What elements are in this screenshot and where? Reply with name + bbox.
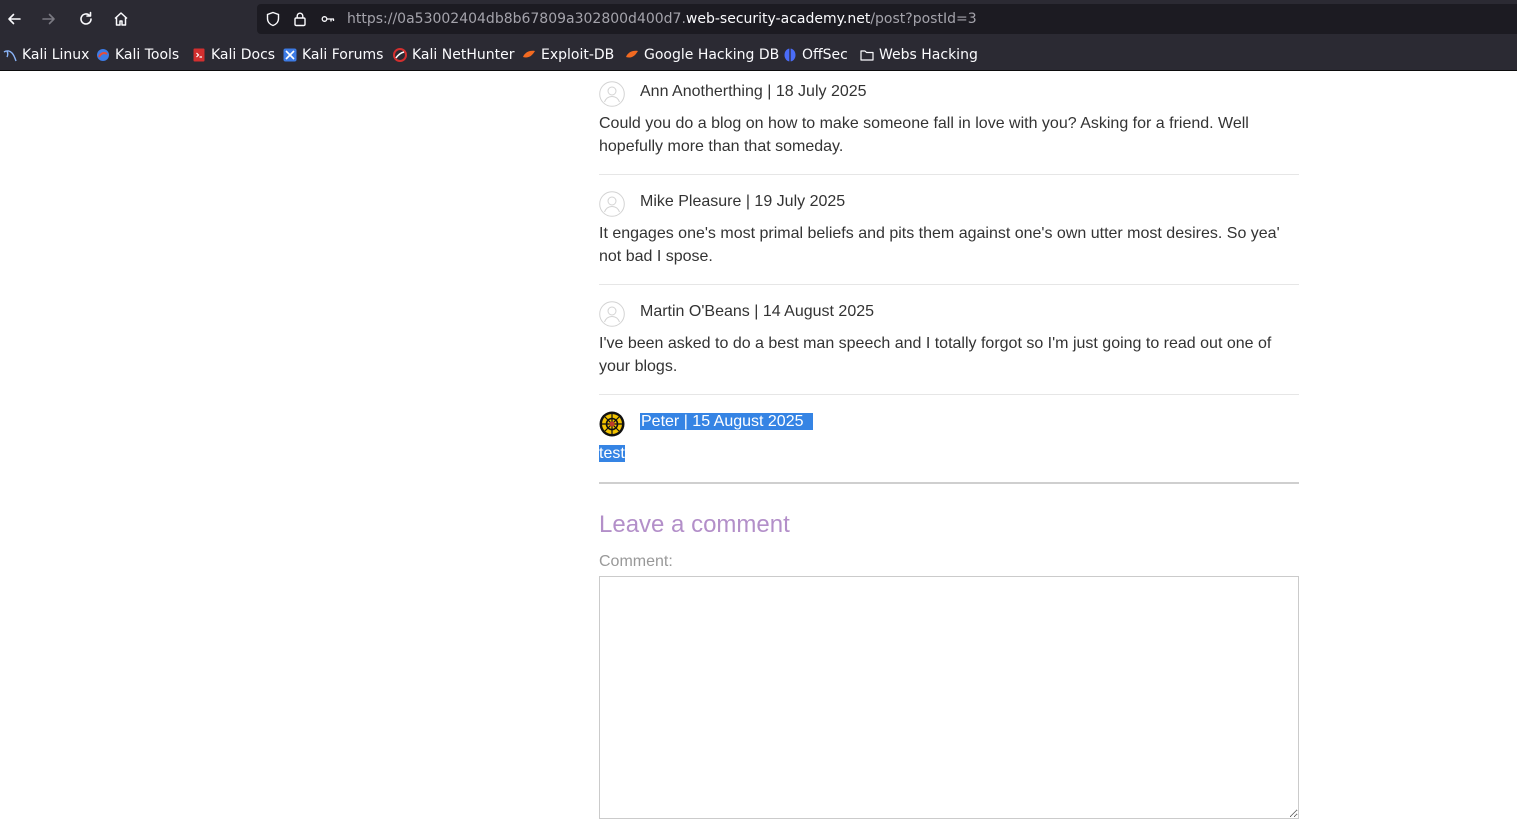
bookmark-kali-nethunter[interactable]: Kali NetHunter	[393, 46, 514, 63]
comment-text: Could you do a blog on how to make someo…	[599, 115, 1249, 155]
offsec-icon	[783, 48, 797, 62]
comment-textarea[interactable]	[599, 576, 1299, 819]
avatar-placeholder-icon	[599, 191, 625, 217]
leave-comment-heading: Leave a comment	[599, 511, 790, 538]
bookmark-kali-docs[interactable]: Kali Docs	[192, 46, 275, 63]
bookmark-label: Kali NetHunter	[412, 46, 515, 63]
tracking-protection-icon[interactable]	[265, 11, 281, 27]
kali-docs-icon	[192, 48, 206, 62]
comment-divider	[599, 174, 1299, 175]
selection-gap	[804, 413, 814, 430]
home-icon	[114, 12, 128, 26]
comment-author-date: Peter | 15 August 2025	[640, 411, 814, 433]
bookmark-label: Kali Linux	[22, 46, 90, 63]
bookmark-label: OffSec	[802, 46, 848, 63]
bookmark-label: Webs Hacking	[879, 46, 978, 63]
selected-text: Peter | 15 August 2025	[640, 413, 805, 430]
site-permissions-icon[interactable]	[320, 11, 336, 27]
back-arrow-icon	[8, 13, 21, 25]
back-button[interactable]	[2, 7, 26, 31]
url-prefix: https://0a53002404db8b67809a302800d400d7…	[347, 11, 686, 27]
kali-nethunter-icon	[393, 47, 407, 62]
bookmark-exploit-db[interactable]: Exploit-DB	[522, 46, 614, 63]
comment-text: test	[599, 443, 1299, 466]
selected-text: test	[599, 445, 625, 462]
url-host: web-security-academy.net	[685, 11, 871, 27]
url-bar[interactable]: https://0a53002404db8b67809a302800d400d7…	[257, 4, 1517, 34]
comments-end-divider	[599, 482, 1299, 484]
forward-button[interactable]	[37, 7, 61, 31]
custom-avatar-icon	[599, 411, 625, 437]
comment-divider	[599, 394, 1299, 395]
comment-label: Comment:	[599, 553, 673, 570]
browser-toolbar: https://0a53002404db8b67809a302800d400d7…	[0, 0, 1517, 38]
bookmark-folder-webs-hacking[interactable]: Webs Hacking	[860, 46, 978, 63]
comment-divider	[599, 284, 1299, 285]
url-path: /post?postId=3	[870, 11, 977, 27]
comment-author-date: Martin O'Beans | 14 August 2025	[640, 303, 875, 320]
bookmark-offsec[interactable]: OffSec	[783, 46, 848, 63]
bookmark-label: Exploit-DB	[541, 46, 615, 63]
home-button[interactable]	[109, 7, 133, 31]
kali-forums-icon	[283, 48, 297, 62]
bookmark-kali-tools[interactable]: Kali Tools	[96, 46, 179, 63]
bookmark-kali-linux[interactable]: Kali Linux	[3, 46, 89, 63]
bookmark-google-hacking-db[interactable]: Google Hacking DB	[625, 46, 779, 63]
comment-text: I've been asked to do a best man speech …	[599, 335, 1272, 375]
kali-tools-icon	[96, 48, 110, 62]
exploit-db-icon	[522, 48, 536, 62]
comment-text: It engages one's most primal beliefs and…	[599, 225, 1280, 265]
folder-icon	[860, 48, 874, 62]
bookmark-label: Kali Forums	[302, 46, 384, 63]
ghdb-icon	[625, 48, 639, 62]
kali-dragon-icon	[3, 48, 17, 62]
bookmark-label: Kali Docs	[211, 46, 276, 63]
comment-author-date: Ann Anotherthing | 18 July 2025	[640, 83, 867, 100]
reload-button[interactable]	[74, 7, 98, 31]
bookmark-kali-forums[interactable]: Kali Forums	[283, 46, 383, 63]
avatar	[599, 411, 625, 437]
forward-arrow-icon	[42, 13, 55, 25]
lock-icon[interactable]	[292, 11, 308, 27]
bookmark-label: Google Hacking DB	[644, 46, 780, 63]
reload-icon	[80, 11, 92, 25]
avatar-placeholder-icon	[599, 301, 625, 327]
comment-author-date: Mike Pleasure | 19 July 2025	[640, 193, 846, 210]
bookmark-label: Kali Tools	[115, 46, 180, 63]
bookmarks-toolbar: Kali Linux Kali Tools Kali Docs Kali For…	[0, 38, 1517, 71]
url-text[interactable]: https://0a53002404db8b67809a302800d400d7…	[347, 11, 977, 27]
avatar-placeholder-icon	[599, 81, 625, 107]
